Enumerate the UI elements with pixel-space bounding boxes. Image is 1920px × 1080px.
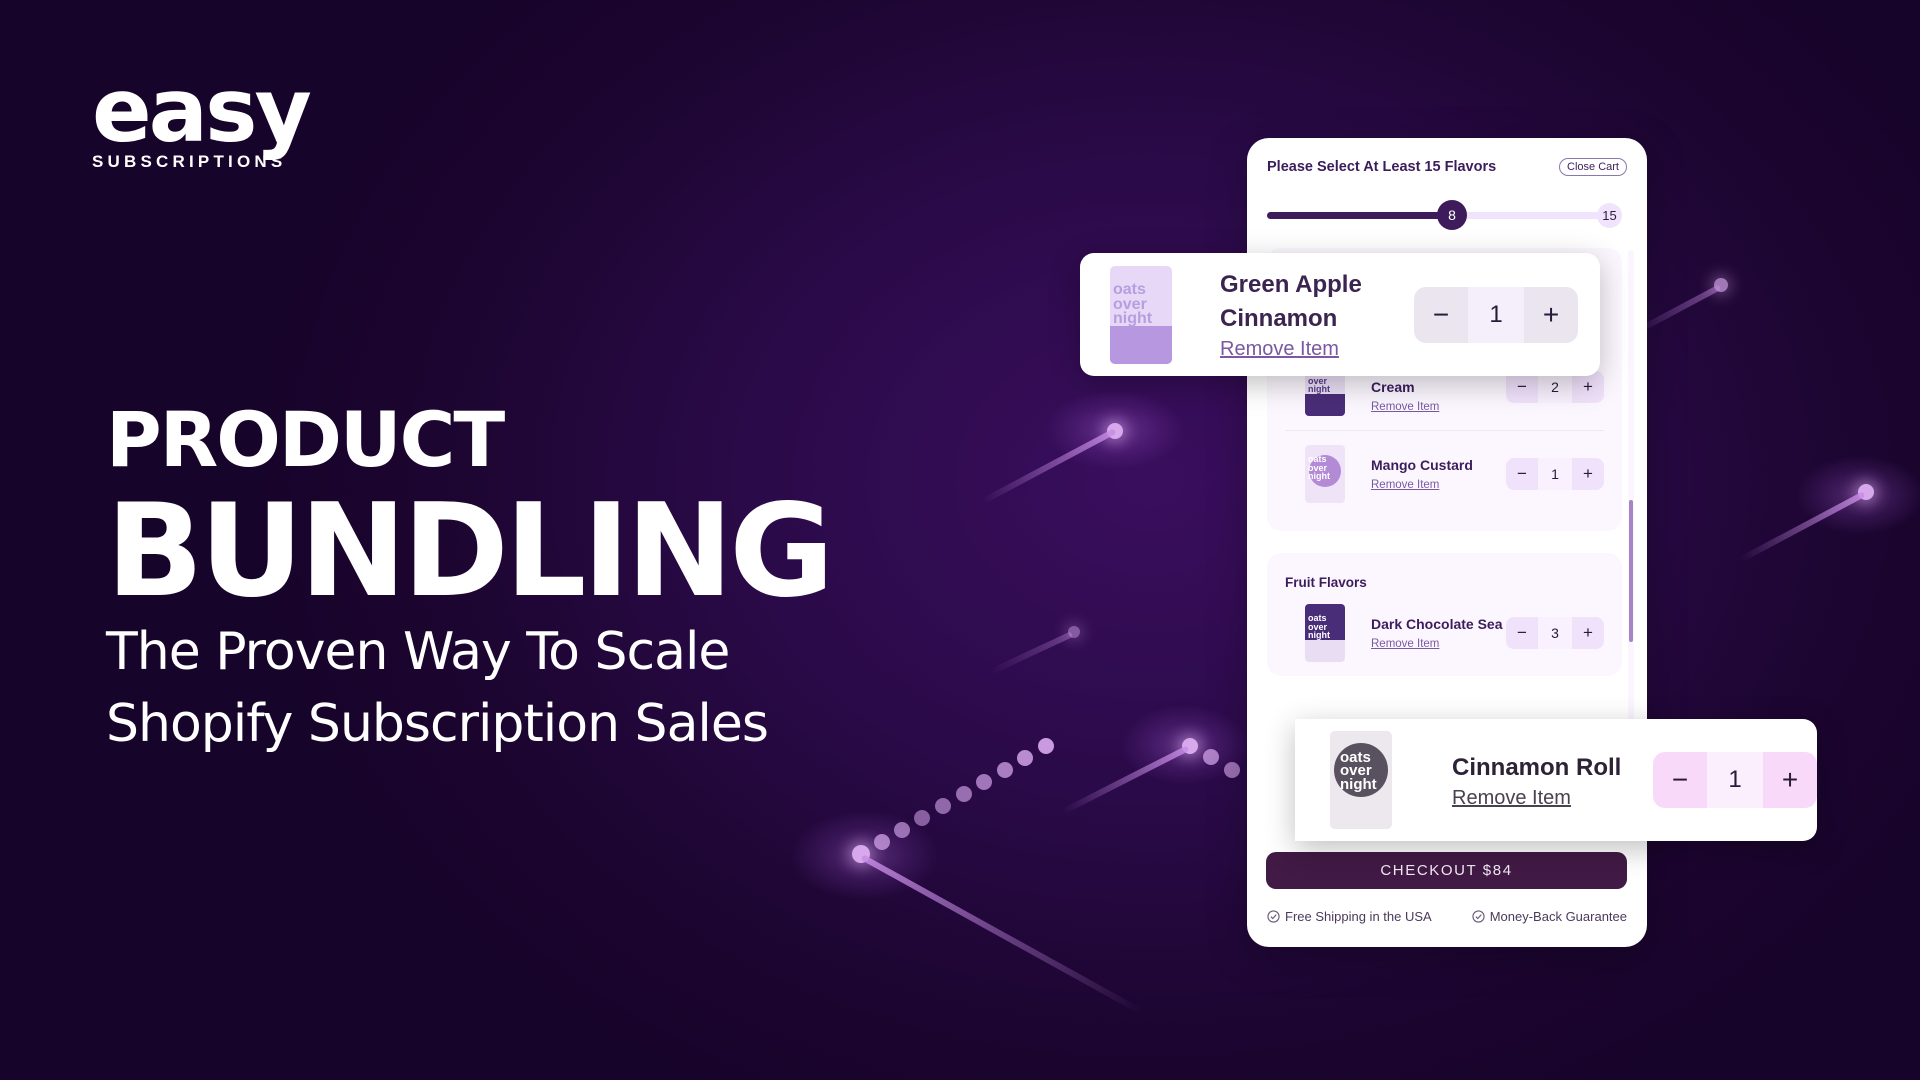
- remove-item-link[interactable]: Remove Item: [1371, 401, 1439, 413]
- increase-button[interactable]: +: [1572, 617, 1604, 649]
- flavor-progress-bar: 8 15: [1267, 200, 1622, 230]
- remove-item-link[interactable]: Remove Item: [1452, 787, 1571, 810]
- product-image: oatsovernight: [1305, 604, 1345, 662]
- check-circle-icon: [1267, 910, 1280, 923]
- product-image: oatsovernight: [1110, 265, 1172, 364]
- product-image: oatsovernight: [1305, 445, 1345, 503]
- decrease-button[interactable]: −: [1653, 752, 1707, 808]
- item-name: Green Apple: [1220, 271, 1362, 298]
- badge-label: Money-Back Guarantee: [1489, 909, 1627, 924]
- cart-item: oats over night Dark Chocolate Sea Remove …: [1285, 590, 1604, 676]
- increase-button[interactable]: +: [1763, 752, 1817, 808]
- badge-free-shipping: Free Shipping in the USA: [1267, 909, 1432, 924]
- scrollbar-thumb[interactable]: [1629, 500, 1633, 642]
- badge-label: Free Shipping in the USA: [1285, 909, 1432, 924]
- increase-button[interactable]: +: [1524, 286, 1578, 343]
- badge-money-back: Money-Back Guarantee: [1472, 909, 1627, 924]
- item-name-line2: Cinnamon: [1220, 305, 1338, 332]
- logo-subtitle: SUBSCRIPTIONS: [92, 152, 287, 171]
- decrease-button[interactable]: −: [1506, 617, 1538, 649]
- progress-current-indicator: 8: [1437, 200, 1467, 230]
- cart-item: oats over night Mango Custard Remove Item …: [1285, 431, 1604, 531]
- remove-item-link[interactable]: Remove Item: [1371, 638, 1439, 650]
- quantity-value[interactable]: 3: [1538, 617, 1572, 649]
- increase-button[interactable]: +: [1572, 458, 1604, 490]
- item-name: Cinnamon Roll: [1452, 753, 1622, 781]
- quantity-stepper: − 1 +: [1653, 752, 1817, 808]
- hero-headline: PRODUCT BUNDLING The Proven Way To Scale…: [106, 395, 834, 758]
- section-title: Fruit Flavors: [1285, 575, 1367, 590]
- decrease-button[interactable]: −: [1506, 458, 1538, 490]
- featured-item-cinnamon-roll: oats over night Cinnamon Roll Remove Item …: [1295, 719, 1817, 841]
- logo-wordmark: easy: [92, 59, 312, 162]
- product-image: oatsovernight: [1330, 731, 1392, 829]
- featured-item-green-apple: oats over night Green Apple Cinnamon Remov…: [1080, 253, 1600, 376]
- subtitle-line1: The Proven Way To Scale: [106, 622, 730, 682]
- cart-title: Please Select At Least 15 Flavors: [1267, 159, 1497, 175]
- headline-line2: BUNDLING: [106, 477, 834, 626]
- close-cart-button[interactable]: Close Cart: [1559, 158, 1627, 176]
- quantity-value[interactable]: 1: [1468, 286, 1524, 343]
- quantity-value[interactable]: 1: [1538, 458, 1572, 490]
- progress-fill: [1267, 212, 1452, 219]
- subtitle-line2: Shopify Subscription Sales: [106, 694, 769, 754]
- brand-logo: easy SUBSCRIPTIONS: [92, 59, 312, 172]
- remove-item-link[interactable]: Remove Item: [1371, 479, 1439, 491]
- quantity-stepper: − 1 +: [1506, 458, 1604, 490]
- cart-header: Please Select At Least 15 Flavors Close …: [1267, 158, 1627, 176]
- progress-target-indicator: 15: [1597, 203, 1622, 228]
- headline-line1: PRODUCT: [106, 395, 505, 484]
- quantity-stepper: − 3 +: [1506, 617, 1604, 649]
- quantity-stepper: − 1 +: [1414, 286, 1578, 343]
- trust-badges: Free Shipping in the USA Money-Back Guar…: [1267, 909, 1627, 924]
- quantity-value[interactable]: 1: [1707, 752, 1763, 808]
- item-name: Mango Custard: [1371, 456, 1473, 473]
- cart-section: Fruit Flavors oats over night Dark Chocola…: [1267, 553, 1622, 676]
- checkout-button[interactable]: CHECKOUT $84: [1266, 852, 1627, 889]
- decrease-button[interactable]: −: [1414, 286, 1468, 343]
- remove-item-link[interactable]: Remove Item: [1220, 338, 1339, 361]
- check-circle-icon: [1472, 910, 1485, 923]
- item-name: Dark Chocolate Sea: [1371, 615, 1503, 632]
